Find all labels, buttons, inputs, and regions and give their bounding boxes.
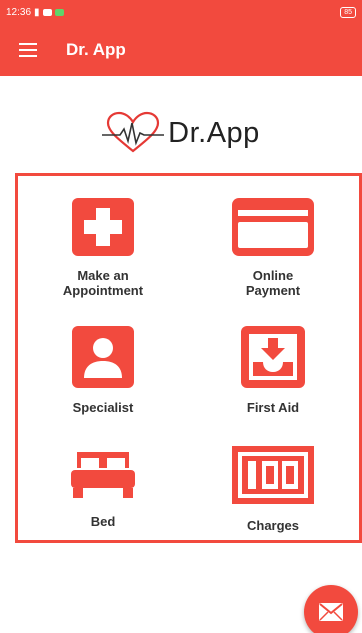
tile-label: First Aid [246, 400, 300, 415]
status-bar: 12:36 ▮ 85 [0, 0, 362, 24]
counter-100-icon [232, 446, 314, 504]
menu-icon[interactable] [0, 24, 56, 76]
tile-charges[interactable]: Charges [188, 446, 358, 533]
app-bar: Dr. App [0, 24, 362, 76]
tile-label: Make an Appointment [62, 268, 144, 298]
notification-icon [42, 8, 52, 16]
credit-card-icon [232, 198, 314, 256]
app-logo: Dr.App [0, 108, 362, 158]
signal-icon: ▮ [34, 6, 40, 18]
tile-specialist[interactable]: Specialist [18, 326, 188, 415]
tile-label: Bed [90, 514, 116, 529]
tile-online-payment[interactable]: Online Payment [188, 198, 358, 298]
medical-cross-icon [72, 198, 134, 256]
tile-first-aid[interactable]: First Aid [188, 326, 358, 415]
tile-label: Specialist [72, 400, 134, 415]
app-title: Dr. App [66, 40, 126, 59]
status-right: 85 [340, 6, 356, 18]
person-icon [72, 326, 134, 388]
tile-make-appointment[interactable]: Make an Appointment [18, 198, 188, 298]
tile-label: Charges [246, 518, 300, 533]
bed-icon [71, 452, 135, 498]
download-tray-icon [241, 326, 305, 388]
whatsapp-icon [54, 8, 64, 16]
heartbeat-heart-icon [102, 111, 165, 153]
status-time: 12:36 [6, 6, 32, 18]
mail-icon [319, 603, 343, 621]
status-left: 12:36 ▮ [6, 7, 64, 18]
menu-grid: Make an Appointment Online Payment Speci… [15, 173, 362, 543]
tile-bed[interactable]: Bed [18, 448, 188, 529]
tile-label: Online Payment [245, 268, 301, 298]
compose-mail-button[interactable] [304, 585, 358, 633]
logo-text: Dr.App [168, 116, 260, 149]
battery-icon: 85 [340, 6, 356, 18]
